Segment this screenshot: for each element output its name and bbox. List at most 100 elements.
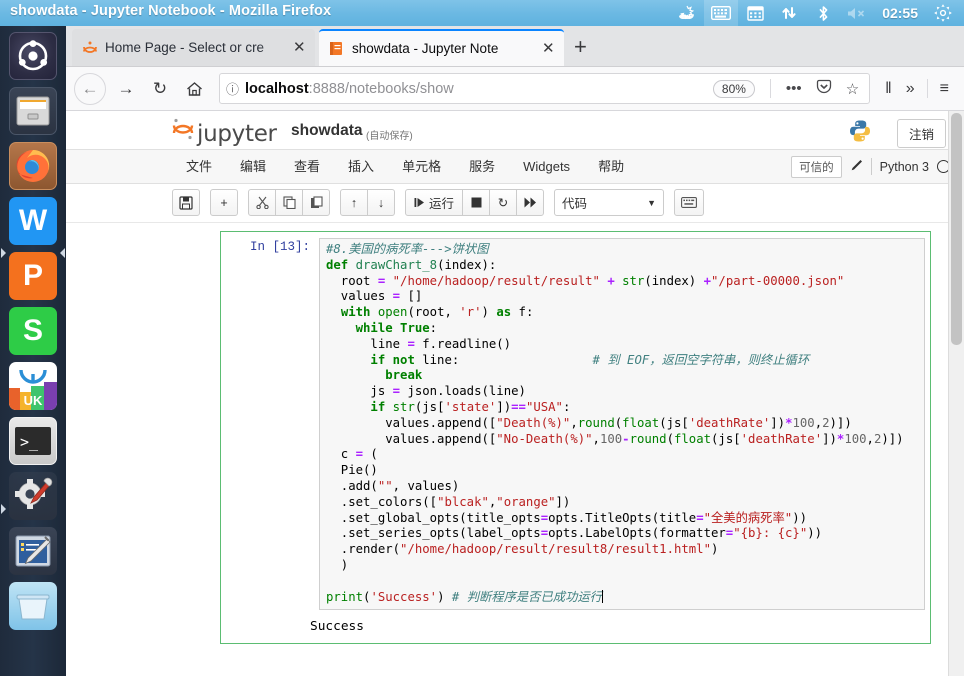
forward-button[interactable]: → xyxy=(109,74,143,104)
jupyter-logo-icon xyxy=(82,40,98,56)
jupyter-header: jupyter showdata (自动保存) 注销 xyxy=(66,111,964,150)
launcher-item-terminal[interactable]: >_ xyxy=(9,417,57,465)
keyboard-icon[interactable] xyxy=(704,0,739,26)
launcher-item-system-settings[interactable] xyxy=(9,472,57,520)
move-cell-up-button[interactable]: ↑ xyxy=(340,189,368,216)
code-line: if not line: # 到 EOF，返回空字符串，则终止循环 xyxy=(370,352,810,367)
launcher-item-trash[interactable] xyxy=(9,582,57,630)
notebook-icon xyxy=(329,41,345,57)
code-line: if str(js['state'])=="USA": xyxy=(370,399,571,414)
gear-icon[interactable] xyxy=(926,0,960,26)
restart-and-run-all-button[interactable] xyxy=(516,189,545,216)
page-info-icon[interactable]: ⓘ xyxy=(226,79,239,98)
ubuntu-dash-icon xyxy=(18,40,48,71)
launcher-running-indicator-left xyxy=(1,248,6,258)
menu-insert[interactable]: 插入 xyxy=(334,150,388,183)
menu-cell[interactable]: 单元格 xyxy=(388,150,455,183)
menu-edit[interactable]: 编辑 xyxy=(226,150,280,183)
command-palette-button[interactable] xyxy=(674,189,705,216)
move-cell-down-button[interactable]: ↓ xyxy=(367,189,395,216)
launcher-item-ubuntu-software[interactable]: UK xyxy=(9,362,57,410)
edit-pencil-icon[interactable] xyxy=(850,159,863,175)
pocket-icon[interactable] xyxy=(812,79,836,99)
zoom-level-badge[interactable]: 80% xyxy=(712,79,755,98)
page-scrollbar[interactable] xyxy=(948,111,964,676)
tab-home-page[interactable]: Home Page - Select or cre ✕ xyxy=(72,29,315,66)
launcher-item-firefox[interactable] xyxy=(9,142,57,190)
save-button[interactable] xyxy=(172,189,200,216)
terminal-icon: >_ xyxy=(15,427,51,455)
run-cell-button[interactable]: 运行 xyxy=(405,189,464,216)
restart-kernel-button[interactable]: ↻ xyxy=(489,189,518,216)
code-line: values.append(["Death(%)",round(float(js… xyxy=(326,415,852,430)
code-line: c = ( xyxy=(326,447,378,462)
notebook-name[interactable]: showdata xyxy=(291,122,362,140)
tab-showdata-notebook[interactable]: showdata - Jupyter Note ✕ xyxy=(319,29,564,66)
svg-text:UK: UK xyxy=(24,393,43,408)
code-cell[interactable]: In [13]: #8.美国的病死率--->饼状图 def drawChart_8… xyxy=(220,231,931,645)
url-text: localhost:8888/notebooks/show xyxy=(245,81,707,97)
menu-view[interactable]: 查看 xyxy=(280,150,334,183)
new-tab-button[interactable]: + xyxy=(574,36,587,58)
launcher-item-wps-presentation[interactable]: P xyxy=(9,252,57,300)
bluetooth-icon[interactable] xyxy=(806,0,840,26)
bookmark-star-icon[interactable]: ☆ xyxy=(842,80,863,98)
close-icon[interactable]: ✕ xyxy=(293,40,307,55)
cell-type-select[interactable]: 代码 ▼ xyxy=(554,189,665,216)
run-label: 运行 xyxy=(429,197,455,211)
menu-help[interactable]: 帮助 xyxy=(584,150,638,183)
page-actions-icon[interactable]: ••• xyxy=(782,80,806,97)
calendar-icon[interactable] xyxy=(738,0,772,26)
launcher-focus-indicator-right xyxy=(60,248,65,258)
cut-cell-button[interactable] xyxy=(248,189,276,216)
volume-muted-icon[interactable] xyxy=(840,0,874,26)
network-icon[interactable] xyxy=(772,0,806,26)
launcher-item-text-editor[interactable] xyxy=(9,527,57,575)
jupyter-page: jupyter showdata (自动保存) 注销 文件 编辑 查看 插入 单… xyxy=(66,111,964,676)
kernel-name: Python 3 xyxy=(879,159,929,174)
svg-text:>_: >_ xyxy=(20,433,39,451)
library-button[interactable]: ‖ xyxy=(878,80,899,98)
app-menu-button[interactable]: ≡ xyxy=(933,80,956,98)
jupyter-brand[interactable]: jupyter xyxy=(172,117,277,147)
tab-label: Home Page - Select or cre xyxy=(105,40,265,55)
url-bar[interactable]: ⓘ localhost:8888/notebooks/show 80% ••• … xyxy=(219,73,871,104)
paste-cell-button[interactable] xyxy=(302,189,330,216)
interrupt-kernel-button[interactable] xyxy=(462,189,491,216)
launcher-item-wps-writer[interactable]: W xyxy=(9,197,57,245)
output-prompt xyxy=(226,619,310,634)
code-line: print('Success') # 判断程序是否已成功运行 xyxy=(326,589,603,604)
insert-cell-below-button[interactable]: + xyxy=(210,189,238,216)
copy-cell-button[interactable] xyxy=(275,189,303,216)
scrollbar-thumb[interactable] xyxy=(951,113,962,345)
code-editor[interactable]: #8.美国的病死率--->饼状图 def drawChart_8(index): … xyxy=(319,238,925,611)
reload-button[interactable]: ↻ xyxy=(143,74,177,104)
cell-output-text: Success xyxy=(310,619,364,635)
menu-file[interactable]: 文件 xyxy=(172,150,226,183)
menu-widgets[interactable]: Widgets xyxy=(509,150,584,183)
update-icon[interactable] xyxy=(670,0,704,26)
launcher-item-files[interactable] xyxy=(9,87,57,135)
navigation-toolbar: ← → ↻ ⓘ localhost:8888/notebooks/show 80… xyxy=(66,67,964,111)
menu-kernel[interactable]: 服务 xyxy=(455,150,509,183)
toolbar-group-insert: + xyxy=(210,189,238,216)
screen: showdata - Jupyter Notebook - Mozilla Fi… xyxy=(0,0,964,676)
launcher-item-ubuntu-dash[interactable] xyxy=(9,32,57,80)
code-line: ) xyxy=(326,557,349,572)
back-button[interactable]: ← xyxy=(74,72,106,105)
close-icon[interactable]: ✕ xyxy=(542,41,556,56)
window-titlebar: showdata - Jupyter Notebook - Mozilla Fi… xyxy=(0,0,964,27)
logout-button[interactable]: 注销 xyxy=(896,119,946,148)
code-line: .set_colors(["blcak","orange"]) xyxy=(326,494,571,509)
cell-type-value: 代码 xyxy=(562,197,588,211)
launcher-item-wps-spreadsheet[interactable]: S xyxy=(9,307,57,355)
firefox-icon xyxy=(16,149,50,182)
code-line: .add("", values) xyxy=(326,478,460,493)
python-logo-icon xyxy=(848,119,872,143)
trusted-badge[interactable]: 可信的 xyxy=(791,155,842,178)
overflow-button[interactable]: » xyxy=(899,80,922,98)
clock[interactable]: 02:55 xyxy=(874,0,926,26)
home-button[interactable] xyxy=(177,74,211,104)
toolbar-group-move: ↑ ↓ xyxy=(340,189,395,216)
wps-writer-icon: W xyxy=(18,204,48,237)
